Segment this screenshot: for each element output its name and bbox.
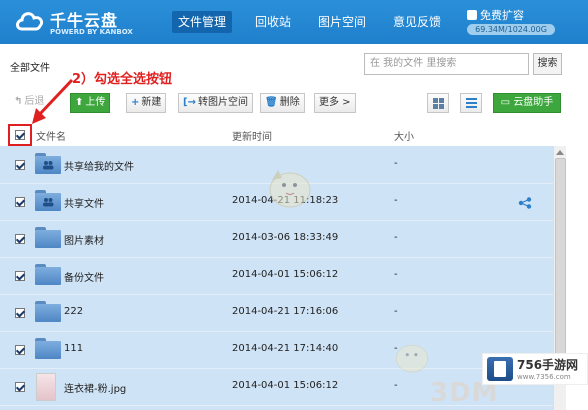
file-time: 2014-03-06 18:33:49	[232, 232, 339, 243]
site-url: www.7356.com	[517, 373, 571, 381]
app-logo[interactable]: 千牛云盘 POWERD BY KANBOX	[14, 4, 174, 40]
row-checkbox[interactable]	[15, 197, 25, 207]
file-name[interactable]: 共享文件	[64, 195, 104, 210]
search-input[interactable]: 在 我的文件 里搜索	[364, 53, 529, 75]
cloud-logo-icon	[16, 12, 44, 31]
file-time: 2014-04-21 17:16:06	[232, 306, 339, 317]
tutorial-annotation: 2）勾选全选按钮	[72, 72, 173, 87]
transfer-icon: [→	[183, 97, 196, 108]
trash-icon: 🗑	[265, 97, 278, 108]
list-view-icon	[466, 98, 477, 109]
share-icon[interactable]	[518, 197, 532, 209]
delete-label: 删除	[279, 97, 300, 108]
nav-image-space[interactable]: 图片空间	[312, 11, 372, 33]
file-name[interactable]: 111	[64, 343, 83, 354]
to-image-space-label: 转图片空间	[197, 97, 248, 108]
nav-feedback[interactable]: 意见反馈	[387, 11, 447, 33]
cloud-assistant-label: 云盘助手	[513, 97, 554, 108]
shared-folder-icon	[35, 190, 61, 211]
new-label: 新建	[141, 97, 162, 108]
file-size: -	[394, 306, 398, 317]
folder-icon	[35, 264, 61, 285]
list-view-button[interactable]	[460, 93, 482, 113]
cloud-assistant-button[interactable]: ▭ 云盘助手	[493, 93, 561, 113]
column-size[interactable]: 大小	[394, 128, 414, 143]
people-icon	[43, 161, 54, 170]
file-name[interactable]: 连衣裙-粉.jpg	[64, 380, 126, 395]
site-logo-icon	[487, 357, 513, 381]
nav-recycle-bin[interactable]: 回收站	[249, 11, 297, 33]
to-image-space-button[interactable]: [→ 转图片空间	[178, 93, 253, 113]
row-checkbox[interactable]	[15, 382, 25, 392]
file-name[interactable]: 222	[64, 306, 83, 317]
delete-button[interactable]: 🗑 删除	[260, 93, 305, 113]
table-row[interactable]: 备份文件 2014-04-01 15:06:12 -	[0, 257, 553, 295]
row-checkbox[interactable]	[15, 271, 25, 281]
mascot-watermark-icon	[269, 170, 311, 208]
table-row[interactable]: 222 2014-04-21 17:16:06 -	[0, 294, 553, 332]
app-header: 千牛云盘 POWERD BY KANBOX 文件管理 回收站 图片空间 意见反馈…	[0, 0, 588, 44]
file-name[interactable]: 图片素材	[64, 232, 104, 247]
breadcrumb[interactable]: 全部文件	[10, 59, 50, 74]
file-size: -	[394, 380, 398, 391]
site-badge: 756手游网 www.7356.com	[482, 353, 588, 385]
upgrade-icon	[467, 10, 477, 20]
mascot-watermark-icon	[395, 344, 429, 373]
image-thumbnail	[36, 373, 56, 401]
new-button[interactable]: + 新建	[126, 93, 167, 113]
more-button[interactable]: 更多 >	[314, 93, 356, 113]
row-checkbox[interactable]	[15, 234, 25, 244]
scroll-thumb[interactable]	[555, 158, 566, 360]
scroll-up-icon[interactable]	[556, 150, 564, 155]
site-name: 756手游网	[517, 358, 579, 372]
grid-view-icon	[433, 98, 444, 109]
file-size: -	[394, 195, 398, 206]
grid-view-button[interactable]	[427, 93, 449, 113]
table-header: 文件名 更新时间 大小	[0, 124, 570, 146]
file-time: 2014-04-21 17:14:40	[232, 343, 339, 354]
storage-quota: 69.34M/1024.00G	[467, 24, 555, 35]
folder-icon	[35, 338, 61, 359]
row-checkbox[interactable]	[15, 345, 25, 355]
row-checkbox[interactable]	[15, 308, 25, 318]
column-updated-time[interactable]: 更新时间	[232, 128, 272, 143]
file-name[interactable]: 共享给我的文件	[64, 158, 134, 173]
back-label: 后退	[24, 96, 45, 107]
app-tagline: POWERD BY KANBOX	[50, 28, 133, 36]
back-arrow-icon: ↰	[14, 96, 23, 107]
file-size: -	[394, 269, 398, 280]
plus-icon: +	[131, 97, 140, 108]
file-time: 2014-04-01 15:06:12	[232, 269, 339, 280]
table-row[interactable]: 图片素材 2014-03-06 18:33:49 -	[0, 220, 553, 258]
nav-file-management[interactable]: 文件管理	[172, 11, 233, 33]
file-time: 2014-04-01 15:06:12	[232, 380, 339, 391]
select-all-highlight	[8, 124, 32, 146]
upgrade-label: 免费扩容	[480, 9, 524, 22]
upload-label: 上传	[85, 97, 106, 108]
file-size: -	[394, 232, 398, 243]
upgrade-link[interactable]: 免费扩容	[467, 7, 524, 23]
search-button[interactable]: 搜索	[533, 53, 562, 75]
folder-icon	[35, 227, 61, 248]
folder-icon	[35, 301, 61, 322]
people-icon	[43, 198, 54, 207]
monitor-icon: ▭	[500, 97, 514, 108]
row-checkbox[interactable]	[15, 160, 25, 170]
file-size: -	[394, 158, 398, 169]
table-row[interactable]: 111 2014-04-21 17:14:40 -	[0, 331, 553, 369]
file-name[interactable]: 备份文件	[64, 269, 104, 284]
upload-button[interactable]: ⬆ 上传	[70, 93, 111, 113]
back-button[interactable]: ↰ 后退	[10, 93, 48, 113]
upload-arrow-icon: ⬆	[75, 97, 84, 108]
shared-folder-icon	[35, 153, 61, 174]
column-name[interactable]: 文件名	[36, 128, 66, 143]
